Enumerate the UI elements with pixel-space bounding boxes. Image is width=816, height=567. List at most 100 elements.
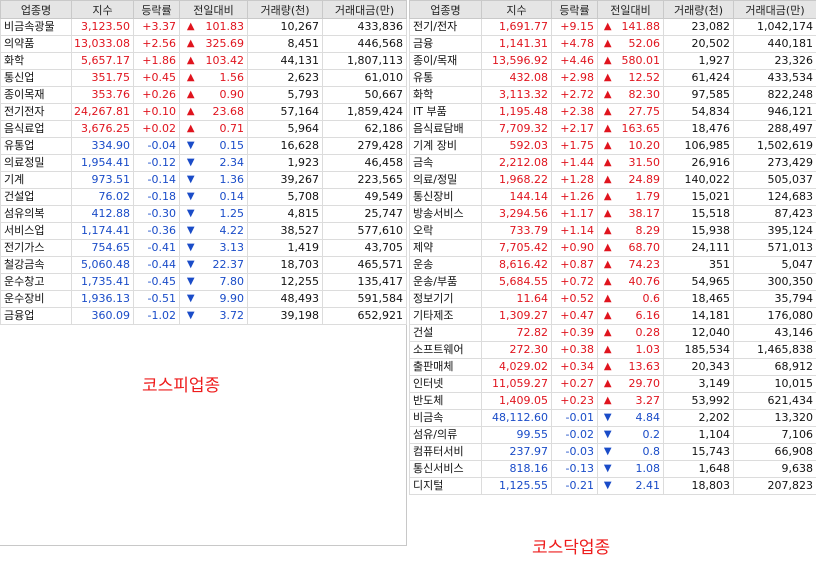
header-change-rate[interactable]: 등락률 xyxy=(551,0,598,19)
header-volume[interactable]: 거래량(천) xyxy=(247,0,324,19)
index-cell: 4,029.02 xyxy=(481,358,552,376)
header-index[interactable]: 지수 xyxy=(481,0,552,19)
table-row[interactable]: 기계 장비 592.03 +1.75 ▲ 10.20 106,985 1,502,619 xyxy=(409,137,816,155)
table-row[interactable]: 반도체 1,409.05 +0.23 ▲ 3.27 53,992 621,434 xyxy=(409,392,816,410)
table-row[interactable]: 전기/전자 1,691.77 +9.15 ▲ 141.88 23,082 1,042,174 xyxy=(409,18,816,36)
amount-cell: 43,705 xyxy=(322,239,408,257)
index-cell: 351.75 xyxy=(71,69,134,87)
table-row[interactable]: 소프트웨어 272.30 +0.38 ▲ 1.03 185,534 1,465,838 xyxy=(409,341,816,359)
volume-cell: 8,451 xyxy=(247,35,324,53)
table-row[interactable]: 종이/목재 13,596.92 +4.46 ▲ 580.01 1,927 23,326 xyxy=(409,52,816,70)
header-change[interactable]: 전일대비 xyxy=(178,0,249,19)
kosdaq-panel: 업종명 지수 등락률 전일대비 거래량(천) 거래대금(만) 전기/전자 1,69… xyxy=(409,0,816,523)
up-arrow-icon: ▲ xyxy=(597,154,618,172)
table-row[interactable]: 디지털 1,125.55 -0.21 ▼ 2.41 18,803 207,823 xyxy=(409,477,816,495)
volume-cell: 18,465 xyxy=(663,290,735,308)
volume-cell: 24,111 xyxy=(663,239,735,257)
table-row[interactable]: 금속 2,212.08 +1.44 ▲ 31.50 26,916 273,429 xyxy=(409,154,816,172)
table-row[interactable]: 운수장비 1,936.13 -0.51 ▼ 9.90 48,493 591,584 xyxy=(0,290,408,308)
table-row[interactable]: 인터넷 11,059.27 +0.27 ▲ 29.70 3,149 10,015 xyxy=(409,375,816,393)
change-value-cell: 325.69 xyxy=(201,35,249,53)
table-row[interactable]: 금융업 360.09 -1.02 ▼ 3.72 39,198 652,921 xyxy=(0,307,408,325)
sector-name-cell: 통신장비 xyxy=(409,188,482,206)
table-row[interactable]: 섬유의복 412.88 -0.30 ▼ 1.25 4,815 25,747 xyxy=(0,205,408,223)
volume-cell: 4,815 xyxy=(247,205,324,223)
up-arrow-icon: ▲ xyxy=(597,341,618,359)
change-rate-cell: -0.30 xyxy=(133,205,180,223)
index-cell: 733.79 xyxy=(481,222,552,240)
table-row[interactable]: 통신장비 144.14 +1.26 ▲ 1.79 15,021 124,683 xyxy=(409,188,816,206)
table-row[interactable]: 기타제조 1,309.27 +0.47 ▲ 6.16 14,181 176,080 xyxy=(409,307,816,325)
header-amount[interactable]: 거래대금(만) xyxy=(322,0,408,19)
table-row[interactable]: 화학 5,657.17 +1.86 ▲ 103.42 44,131 1,807,113 xyxy=(0,52,408,70)
table-row[interactable]: 종이목재 353.76 +0.26 ▲ 0.90 5,793 50,667 xyxy=(0,86,408,104)
up-arrow-icon: ▲ xyxy=(597,205,618,223)
table-row[interactable]: 오락 733.79 +1.14 ▲ 8.29 15,938 395,124 xyxy=(409,222,816,240)
header-index[interactable]: 지수 xyxy=(71,0,134,19)
table-row[interactable]: 통신업 351.75 +0.45 ▲ 1.56 2,623 61,010 xyxy=(0,69,408,87)
amount-cell: 87,423 xyxy=(733,205,816,223)
sector-name-cell: 의료정밀 xyxy=(0,154,72,172)
table-row[interactable]: 운수창고 1,735.41 -0.45 ▼ 7.80 12,255 135,417 xyxy=(0,273,408,291)
table-row[interactable]: IT 부품 1,195.48 +2.38 ▲ 27.75 54,834 946,121 xyxy=(409,103,816,121)
sector-name-cell: 유통 xyxy=(409,69,482,87)
header-change[interactable]: 전일대비 xyxy=(596,0,665,19)
table-row[interactable]: 전기가스 754.65 -0.41 ▼ 3.13 1,419 43,705 xyxy=(0,239,408,257)
change-rate-cell: +9.15 xyxy=(551,18,598,36)
sector-name-cell: IT 부품 xyxy=(409,103,482,121)
table-row[interactable]: 섬유/의류 99.55 -0.02 ▼ 0.2 1,104 7,106 xyxy=(409,426,816,444)
change-rate-cell: +1.44 xyxy=(551,154,598,172)
header-sector-name[interactable]: 업종명 xyxy=(0,0,72,19)
table-row[interactable]: 서비스업 1,174.41 -0.36 ▼ 4.22 38,527 577,610 xyxy=(0,222,408,240)
index-cell: 412.88 xyxy=(71,205,134,223)
table-row[interactable]: 통신서비스 818.16 -0.13 ▼ 1.08 1,648 9,638 xyxy=(409,460,816,478)
table-row[interactable]: 음식료업 3,676.25 +0.02 ▲ 0.71 5,964 62,186 xyxy=(0,120,408,138)
table-row[interactable]: 의료정밀 1,954.41 -0.12 ▼ 2.34 1,923 46,458 xyxy=(0,154,408,172)
table-row[interactable]: 건설업 76.02 -0.18 ▼ 0.14 5,708 49,549 xyxy=(0,188,408,206)
amount-cell: 49,549 xyxy=(322,188,408,206)
change-value-cell: 2.41 xyxy=(617,477,665,495)
table-header-row: 업종명 지수 등락률 전일대비 거래량(천) 거래대금(만) xyxy=(409,0,816,19)
down-arrow-icon: ▼ xyxy=(179,154,202,172)
table-row[interactable]: 음식료담배 7,709.32 +2.17 ▲ 163.65 18,476 288,497 xyxy=(409,120,816,138)
volume-cell: 44,131 xyxy=(247,52,324,70)
table-row[interactable]: 유통 432.08 +2.98 ▲ 12.52 61,424 433,534 xyxy=(409,69,816,87)
table-row[interactable]: 철강금속 5,060.48 -0.44 ▼ 22.37 18,703 465,571 xyxy=(0,256,408,274)
down-arrow-icon: ▼ xyxy=(179,188,202,206)
table-row[interactable]: 운송 8,616.42 +0.87 ▲ 74.23 351 5,047 xyxy=(409,256,816,274)
up-arrow-icon: ▲ xyxy=(597,256,618,274)
header-sector-name[interactable]: 업종명 xyxy=(409,0,482,19)
down-arrow-icon: ▼ xyxy=(179,307,202,325)
up-arrow-icon: ▲ xyxy=(179,18,202,36)
table-row[interactable]: 운송/부품 5,684.55 +0.72 ▲ 40.76 54,965 300,350 xyxy=(409,273,816,291)
table-row[interactable]: 유통업 334.90 -0.04 ▼ 0.15 16,628 279,428 xyxy=(0,137,408,155)
table-row[interactable]: 화학 3,113.32 +2.72 ▲ 82.30 97,585 822,248 xyxy=(409,86,816,104)
change-rate-cell: +0.27 xyxy=(551,375,598,393)
index-cell: 3,294.56 xyxy=(481,205,552,223)
change-rate-cell: +0.34 xyxy=(551,358,598,376)
header-volume[interactable]: 거래량(천) xyxy=(663,0,735,19)
change-rate-cell: +0.90 xyxy=(551,239,598,257)
table-row[interactable]: 비금속광물 3,123.50 +3.37 ▲ 101.83 10,267 433,836 xyxy=(0,18,408,36)
header-amount[interactable]: 거래대금(만) xyxy=(733,0,816,19)
table-row[interactable]: 전기전자 24,267.81 +0.10 ▲ 23.68 57,164 1,859,424 xyxy=(0,103,408,121)
table-row[interactable]: 출판매체 4,029.02 +0.34 ▲ 13.63 20,343 68,912 xyxy=(409,358,816,376)
index-cell: 592.03 xyxy=(481,137,552,155)
kospi-sector-table: 업종명 지수 등락률 전일대비 거래량(천) 거래대금(만) 비금속광물 3,12… xyxy=(0,0,408,325)
kosdaq-caption: 코스닥업종 xyxy=(532,538,611,558)
table-row[interactable]: 제약 7,705.42 +0.90 ▲ 68.70 24,111 571,013 xyxy=(409,239,816,257)
table-row[interactable]: 방송서비스 3,294.56 +1.17 ▲ 38.17 15,518 87,423 xyxy=(409,205,816,223)
table-row[interactable]: 정보기기 11.64 +0.52 ▲ 0.6 18,465 35,794 xyxy=(409,290,816,308)
change-value-cell: 3.13 xyxy=(201,239,249,257)
table-row[interactable]: 비금속 48,112.60 -0.01 ▼ 4.84 2,202 13,320 xyxy=(409,409,816,427)
sector-name-cell: 컴퓨터서비 xyxy=(409,443,482,461)
table-row[interactable]: 의약품 13,033.08 +2.56 ▲ 325.69 8,451 446,568 xyxy=(0,35,408,53)
header-change-rate[interactable]: 등락률 xyxy=(133,0,180,19)
amount-cell: 1,502,619 xyxy=(733,137,816,155)
table-row[interactable]: 컴퓨터서비 237.97 -0.03 ▼ 0.8 15,743 66,908 xyxy=(409,443,816,461)
table-row[interactable]: 건설 72.82 +0.39 ▲ 0.28 12,040 43,146 xyxy=(409,324,816,342)
table-row[interactable]: 기계 973.51 -0.14 ▼ 1.36 39,267 223,565 xyxy=(0,171,408,189)
index-cell: 334.90 xyxy=(71,137,134,155)
table-row[interactable]: 의료/정밀 1,968.22 +1.28 ▲ 24.89 140,022 505,037 xyxy=(409,171,816,189)
table-row[interactable]: 금융 1,141.31 +4.78 ▲ 52.06 20,502 440,181 xyxy=(409,35,816,53)
